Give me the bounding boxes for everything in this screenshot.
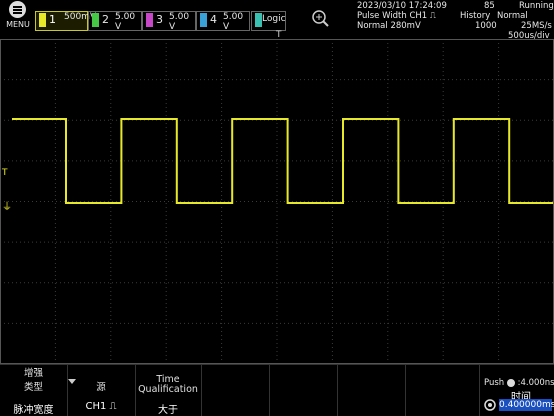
channel-4-button[interactable]: 4 5.00 V (196, 11, 250, 32)
history-label[interactable]: History (460, 11, 490, 21)
channel-1-number: 1 (49, 13, 56, 26)
run-state[interactable]: Running (519, 1, 554, 11)
channel-2-scale: 5.00 V (115, 12, 136, 32)
channel-2-color-icon: 2 (92, 13, 109, 27)
sample-rate: 25MS/s (521, 21, 552, 31)
acquisition-mode[interactable]: Normal (497, 11, 528, 21)
knob-icon (506, 378, 515, 387)
softkey-empty-5[interactable] (269, 365, 338, 416)
rotary-knob-icon (484, 399, 496, 411)
push-hint: Push :4.000ns (484, 378, 554, 388)
channel-1-ground-marker[interactable]: ⏚ (2, 198, 12, 213)
softkey-bar: 增强 类型 脉冲宽度 源 CH1 ⎍ Time Qualification 大于… (0, 364, 554, 416)
trigger-level-marker[interactable]: T (2, 168, 8, 178)
channel-2-number: 2 (102, 13, 109, 26)
channel-2-button[interactable]: 2 5.00 V (88, 11, 142, 32)
softkey-empty-7[interactable] (405, 365, 480, 416)
softkey-source-value: CH1 ⎍ (85, 401, 117, 412)
menu-label: MENU (6, 20, 30, 29)
acquisition-count: 85 (484, 1, 495, 11)
channel-1-waveform (12, 118, 553, 204)
logic-button[interactable]: Logic (251, 11, 286, 31)
softkey-time[interactable]: Push :4.000ns 时间 0.400000ms (482, 365, 554, 416)
push-label: Push (484, 378, 505, 388)
logic-color-icon (255, 13, 262, 27)
channel-1-button[interactable]: 1 500mV (35, 11, 96, 31)
softkey-empty-4[interactable] (201, 365, 270, 416)
softkey-empty-6[interactable] (337, 365, 406, 416)
softkey-type[interactable]: 增强 类型 脉冲宽度 (0, 365, 68, 416)
menu-icon (9, 1, 26, 18)
channel-4-color-icon: 4 (200, 13, 217, 27)
top-status-bar: MENU 1 500mV 2 5.00 V 3 5.00 V 4 5.00 V … (0, 0, 554, 32)
trigger-mode[interactable]: Normal 280mV (357, 21, 421, 31)
hamburger-icon (13, 6, 22, 8)
softkey-time-qualification[interactable]: Time Qualification 大于 (135, 365, 202, 416)
channel-3-button[interactable]: 3 5.00 V (142, 11, 196, 32)
softkey-time-qualification-value: 大于 (158, 405, 178, 416)
push-resolution: :4.000ns (517, 378, 554, 388)
waveform-graticule (0, 39, 554, 364)
logic-label: Logic (262, 14, 286, 24)
channel-1-color-icon: 1 (39, 13, 56, 27)
softkey-type-value: 脉冲宽度 (13, 405, 54, 416)
channel-3-scale: 5.00 V (169, 12, 190, 32)
softkey-time-qualification-label: Time Qualification (138, 374, 198, 395)
channel-4-scale: 5.00 V (223, 12, 244, 32)
softkey-source[interactable]: 源 CH1 ⎍ (67, 365, 136, 416)
menu-button[interactable]: MENU (3, 1, 33, 30)
trigger-type[interactable]: Pulse Width CH1 ⎍ (357, 11, 436, 21)
softkey-type-label: 类型 (23, 382, 43, 393)
datetime: 2023/03/10 17:24:09 (357, 1, 447, 11)
time-value-input[interactable]: 0.400000ms (499, 399, 554, 411)
zoom-icon[interactable] (311, 9, 329, 27)
channel-4-number: 4 (210, 13, 217, 26)
channel-3-color-icon: 3 (146, 13, 163, 27)
history-value: 1000 (475, 21, 497, 31)
channel-3-number: 3 (156, 13, 163, 26)
softkey-source-label: 源 (96, 382, 106, 393)
softkey-type-header: 增强 (23, 368, 43, 379)
